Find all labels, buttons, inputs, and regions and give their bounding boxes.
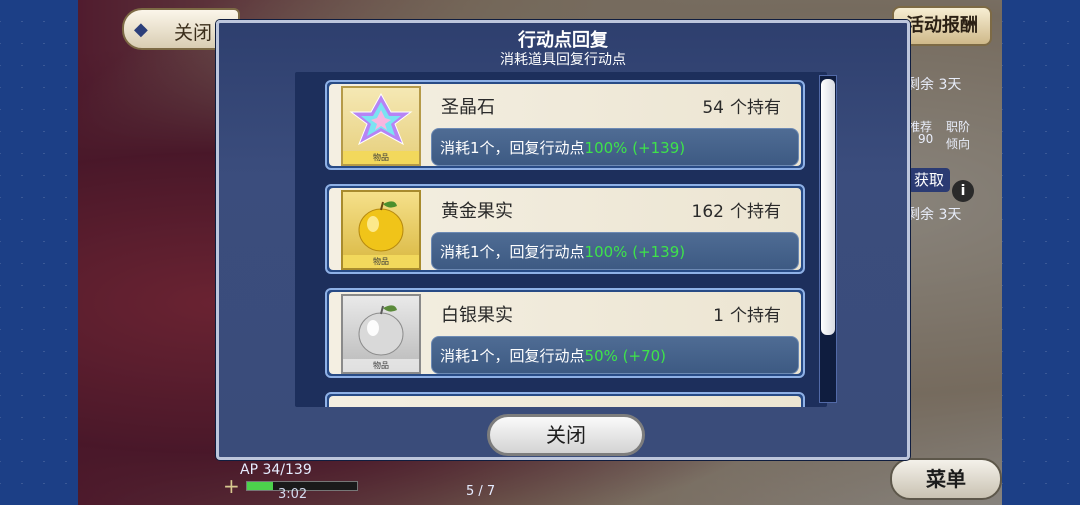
item-effect-bar: 消耗1个，回复行动点50% (+70) bbox=[431, 336, 799, 374]
effect-value: 100% (+139) bbox=[584, 243, 686, 261]
silver-apple-graphic bbox=[358, 305, 404, 356]
top-close-label: 关闭 bbox=[174, 22, 213, 44]
item-effect-text: 消耗1个，回复行动点50% (+70) bbox=[440, 345, 666, 366]
item-count-suffix: 个持有 bbox=[730, 306, 781, 326]
ap-bar-fill bbox=[247, 482, 274, 490]
item-name: 圣晶石 bbox=[441, 97, 495, 118]
item-card-inner: 物品 黄金果实 162 个持有 消耗1个，回复行动点100% (+139) bbox=[329, 188, 801, 270]
saint-quartz-graphic bbox=[349, 92, 413, 146]
item-effect-bar: 消耗1个，回复行动点100% (+139) bbox=[431, 232, 799, 270]
item-name: 黄金果实 bbox=[441, 201, 513, 222]
item-count: 162 个持有 bbox=[692, 197, 781, 222]
scrollbar-thumb[interactable] bbox=[821, 79, 835, 335]
item-tag: 物品 bbox=[343, 359, 419, 372]
ap-plus-icon[interactable]: + bbox=[223, 474, 240, 498]
item-tag: 物品 bbox=[343, 151, 419, 164]
item-count-number: 54 bbox=[702, 98, 724, 118]
item-tag: 物品 bbox=[343, 255, 419, 268]
item-effect-bar: 消耗1个，回复行动点100% (+139) bbox=[431, 128, 799, 166]
effect-desc: 消耗1个，回复行动点 bbox=[440, 139, 585, 157]
item-count-suffix: 个持有 bbox=[730, 202, 781, 222]
item-card-inner bbox=[329, 396, 801, 407]
item-effect-text: 消耗1个，回复行动点100% (+139) bbox=[440, 241, 685, 262]
item-list[interactable]: 物品 圣晶石 54 个持有 消耗1个，回复行动点100% (+139) 物品 黄… bbox=[295, 72, 827, 407]
item-count-number: 1 bbox=[713, 306, 724, 326]
item-count: 1 个持有 bbox=[713, 301, 781, 326]
item-card-saint-quartz[interactable]: 物品 圣晶石 54 个持有 消耗1个，回复行动点100% (+139) bbox=[325, 80, 805, 170]
ap-recovery-dialog: 行动点回复 消耗道具回复行动点 物品 圣晶石 54 个持有 消耗1个，回复行动点… bbox=[216, 20, 910, 460]
effect-value: 100% (+139) bbox=[584, 139, 686, 157]
dialog-close-button[interactable]: 关闭 bbox=[487, 414, 645, 456]
golden-apple-graphic bbox=[358, 201, 404, 252]
item-card-inner: 物品 白银果实 1 个持有 消耗1个，回复行动点50% (+70) bbox=[329, 292, 801, 374]
left-pattern-border bbox=[0, 0, 78, 505]
right-pattern-border bbox=[1002, 0, 1080, 505]
silver-apple-icon: 物品 bbox=[341, 294, 421, 374]
saint-quartz-icon: 物品 bbox=[341, 86, 421, 166]
item-card-inner: 物品 圣晶石 54 个持有 消耗1个，回复行动点100% (+139) bbox=[329, 84, 801, 166]
recommend-level: 90 bbox=[918, 132, 934, 146]
list-scrollbar[interactable] bbox=[819, 75, 837, 403]
remaining-days-2: 剩余 3天 bbox=[906, 207, 962, 223]
effect-value: 50% (+70) bbox=[584, 347, 667, 365]
ap-label: AP 34/139 bbox=[240, 462, 312, 478]
menu-button[interactable]: 菜单 bbox=[890, 458, 1002, 500]
item-card-silver-apple[interactable]: 物品 白银果实 1 个持有 消耗1个，回复行动点50% (+70) bbox=[325, 288, 805, 378]
info-icon[interactable]: i bbox=[952, 180, 974, 202]
ap-timer: 3:02 bbox=[278, 487, 308, 502]
item-count: 54 个持有 bbox=[702, 93, 781, 118]
golden-apple-icon: 物品 bbox=[341, 190, 421, 270]
item-count-number: 162 bbox=[691, 202, 724, 222]
obtain-tag[interactable]: 获取 bbox=[908, 168, 950, 192]
remaining-days-1: 剩余 3天 bbox=[906, 77, 962, 93]
effect-desc: 消耗1个，回复行动点 bbox=[440, 347, 585, 365]
effect-desc: 消耗1个，回复行动点 bbox=[440, 243, 585, 261]
dialog-subtitle: 消耗道具回复行动点 bbox=[500, 52, 626, 68]
class-tendency-label: 职阶倾向 bbox=[946, 120, 971, 151]
item-count-suffix: 个持有 bbox=[730, 98, 781, 118]
page-indicator: 5 / 7 bbox=[466, 484, 496, 499]
item-card-next[interactable] bbox=[325, 392, 805, 407]
item-effect-text: 消耗1个，回复行动点100% (+139) bbox=[440, 137, 685, 158]
item-name: 白银果实 bbox=[441, 305, 513, 326]
back-arrow-icon: ◆ bbox=[134, 19, 148, 40]
item-card-golden-apple[interactable]: 物品 黄金果实 162 个持有 消耗1个，回复行动点100% (+139) bbox=[325, 184, 805, 274]
